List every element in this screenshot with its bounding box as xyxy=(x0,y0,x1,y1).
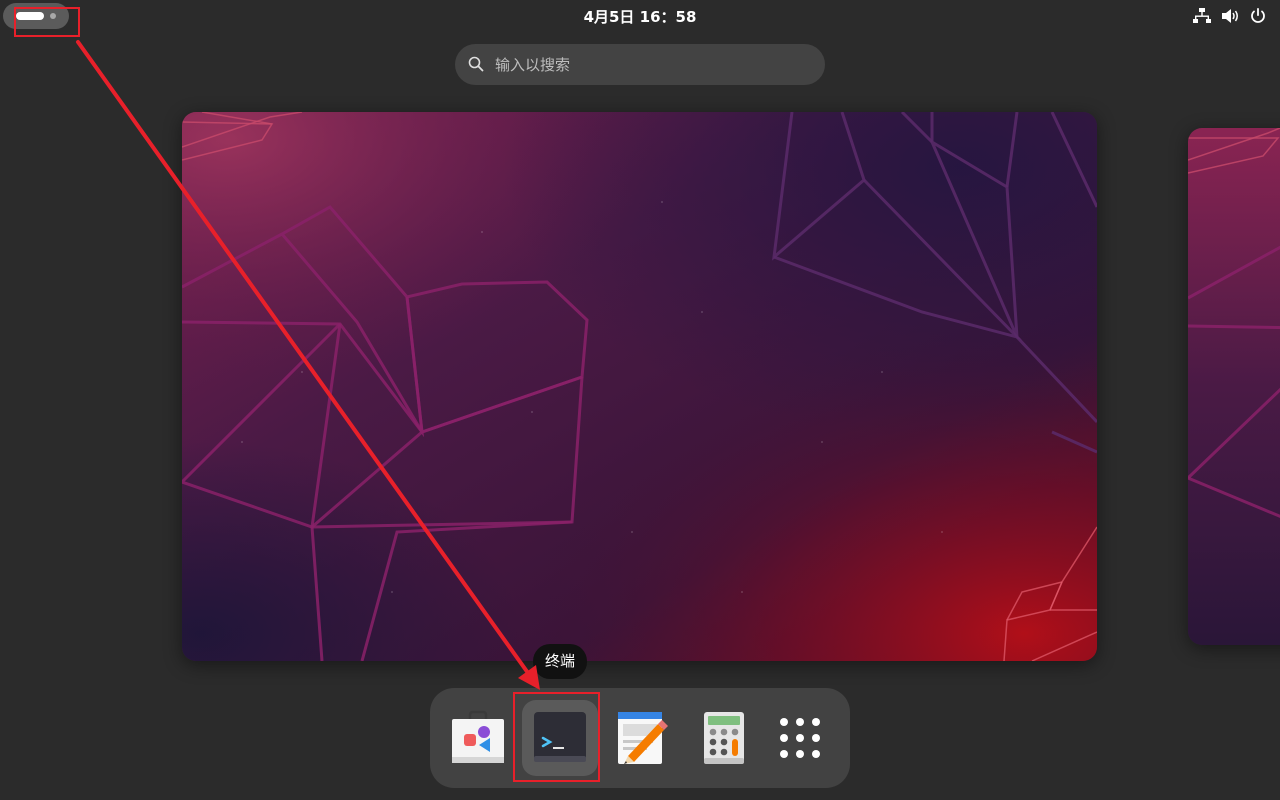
dash-show-apps[interactable] xyxy=(762,700,838,776)
calculator-icon xyxy=(704,712,744,764)
dash xyxy=(430,688,850,788)
dash-app-text-editor[interactable] xyxy=(604,700,680,776)
app-grid-icon xyxy=(780,718,820,758)
text-editor-icon xyxy=(618,712,668,764)
dash-app-calculator[interactable] xyxy=(686,700,762,776)
terminal-icon xyxy=(534,712,586,762)
activities-button[interactable] xyxy=(3,3,69,29)
power-icon xyxy=(1251,8,1265,23)
volume-icon xyxy=(1222,9,1238,23)
network-wired-icon xyxy=(1193,8,1211,23)
system-tray[interactable] xyxy=(1192,7,1268,25)
search-icon xyxy=(468,56,484,72)
gnome-overview: 4月5日 16：58 输入以搜索 终端 xyxy=(0,0,1280,800)
software-store-icon xyxy=(452,710,504,763)
search-bar[interactable] xyxy=(455,44,825,85)
workspace-indicator-active xyxy=(16,12,44,20)
workspace-indicator-inactive xyxy=(50,13,56,19)
top-bar: 4月5日 16：58 xyxy=(0,0,1280,32)
workspace-thumbnail-current[interactable] xyxy=(182,112,1097,661)
workspace-thumbnail-next[interactable] xyxy=(1188,128,1280,645)
wallpaper xyxy=(182,112,1097,661)
dash-tooltip: 终端 xyxy=(533,644,587,679)
dash-app-terminal[interactable] xyxy=(522,700,598,776)
wallpaper-next xyxy=(1188,128,1280,645)
dash-app-software[interactable] xyxy=(440,700,516,776)
search-input[interactable] xyxy=(495,44,805,85)
clock[interactable]: 4月5日 16：58 xyxy=(540,6,740,26)
